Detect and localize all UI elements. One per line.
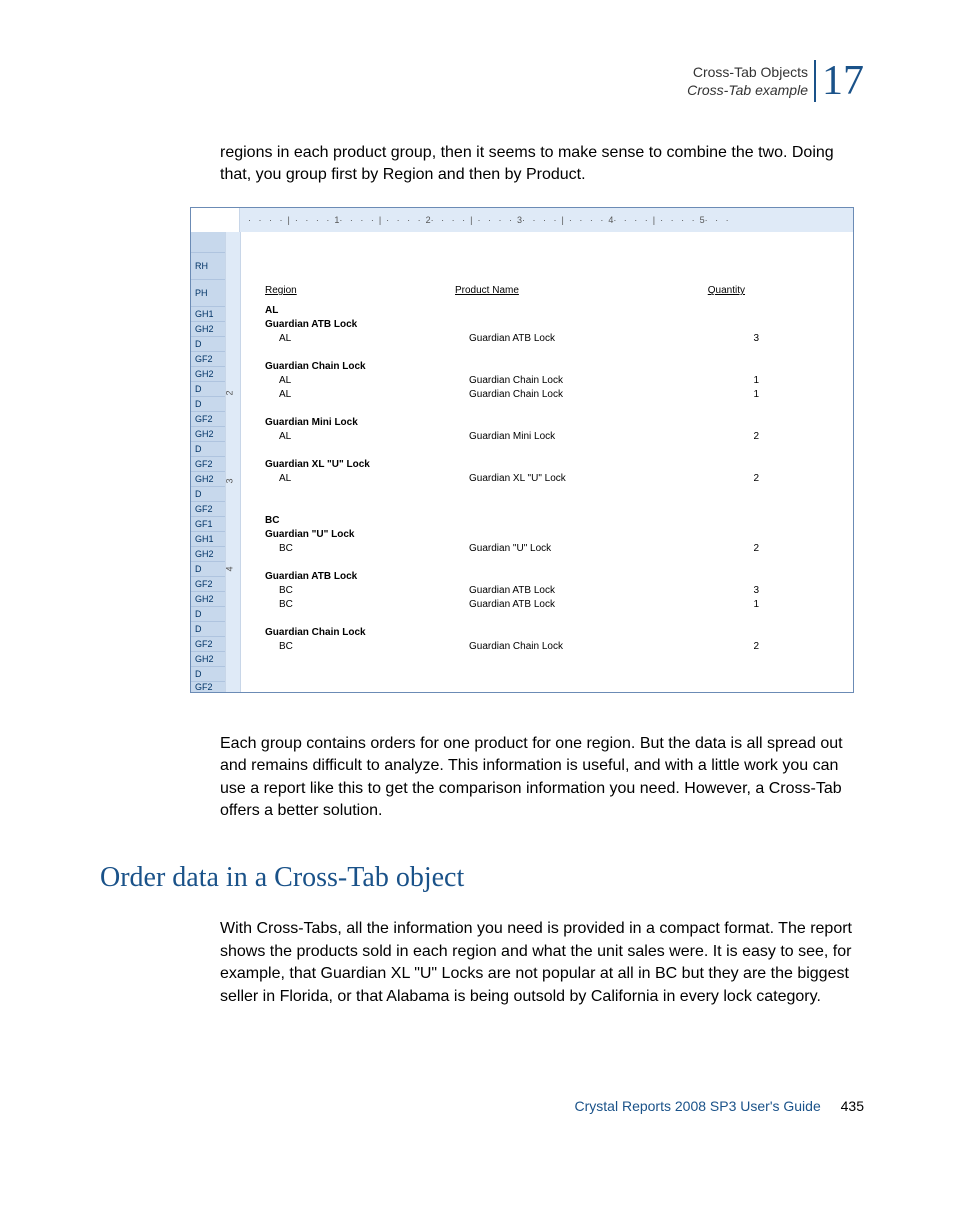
section-label[interactable]: D xyxy=(191,561,225,576)
section-label[interactable]: GH2 xyxy=(191,651,225,666)
chapter-number: 17 xyxy=(814,60,864,102)
table-row xyxy=(265,444,853,458)
section-label[interactable]: RH xyxy=(191,252,225,279)
column-headers: Region Product Name Quantity xyxy=(265,278,853,304)
table-row: ALGuardian ATB Lock3 xyxy=(265,332,853,346)
table-row: BCGuardian ATB Lock1 xyxy=(265,598,853,612)
section-heading: Order data in a Cross-Tab object xyxy=(100,862,864,894)
table-row xyxy=(265,654,853,664)
table-row: BCGuardian ATB Lock3 xyxy=(265,584,853,598)
section-label[interactable]: GF2 xyxy=(191,636,225,651)
paragraph-intro: regions in each product group, then it s… xyxy=(220,142,864,187)
table-row xyxy=(265,556,853,570)
section-label[interactable]: GH2 xyxy=(191,366,225,381)
section-label[interactable]: GH2 xyxy=(191,426,225,441)
col-region-header: Region xyxy=(265,285,455,296)
section-label[interactable]: D xyxy=(191,441,225,456)
section-label[interactable]: D xyxy=(191,606,225,621)
table-row: Guardian ATB Lock xyxy=(265,570,853,584)
table-row: BCGuardian "U" Lock2 xyxy=(265,542,853,556)
table-row: Guardian Chain Lock xyxy=(265,360,853,374)
page-footer: Crystal Reports 2008 SP3 User's Guide 43… xyxy=(100,1098,864,1114)
table-row: ALGuardian XL "U" Lock2 xyxy=(265,472,853,486)
table-row: ALGuardian Chain Lock1 xyxy=(265,388,853,402)
section-labels-column[interactable]: RH PH GH1 GH2 D GF2 GH2 D D GF2 GH2 D GF… xyxy=(191,232,225,692)
table-row: ALGuardian Mini Lock2 xyxy=(265,430,853,444)
section-label[interactable]: D xyxy=(191,621,225,636)
vertical-ruler[interactable]: 2 3 4 xyxy=(225,232,241,692)
section-label[interactable]: D xyxy=(191,666,225,681)
section-label[interactable]: GF2 xyxy=(191,351,225,366)
section-label[interactable]: D xyxy=(191,336,225,351)
section-blank xyxy=(191,232,225,252)
horizontal-ruler[interactable]: · · · · | · · · · 1 · · · · | · · · · 2 … xyxy=(240,208,853,232)
section-label[interactable]: GH2 xyxy=(191,321,225,336)
header-subtopic: Cross-Tab example xyxy=(687,81,808,99)
section-label[interactable]: GF1 xyxy=(191,516,225,531)
paragraph-after-screenshot: Each group contains orders for one produ… xyxy=(220,733,864,823)
table-row: ALGuardian Chain Lock1 xyxy=(265,374,853,388)
section-label[interactable]: GF2 xyxy=(191,411,225,426)
col-product-header: Product Name xyxy=(455,285,665,296)
section-label[interactable]: GF2 xyxy=(191,456,225,471)
table-row xyxy=(265,346,853,360)
table-row: AL xyxy=(265,304,853,318)
section-label[interactable]: GH1 xyxy=(191,306,225,321)
table-row: Guardian Chain Lock xyxy=(265,626,853,640)
section-label[interactable]: PH xyxy=(191,279,225,306)
table-row xyxy=(265,500,853,514)
report-designer-screenshot: · · · · | · · · · 1 · · · · | · · · · 2 … xyxy=(190,207,854,693)
report-preview-area[interactable]: Region Product Name Quantity AL Guardian… xyxy=(241,232,853,692)
section-label[interactable]: GF2 xyxy=(191,576,225,591)
table-row: BC xyxy=(265,514,853,528)
section-label[interactable]: D xyxy=(191,486,225,501)
section-label[interactable]: GH1 xyxy=(191,531,225,546)
col-qty-header: Quantity xyxy=(665,285,745,296)
page-header: Cross-Tab Objects Cross-Tab example 17 xyxy=(100,60,864,102)
section-label[interactable]: D xyxy=(191,381,225,396)
table-row: Guardian "U" Lock xyxy=(265,528,853,542)
table-row: Guardian XL "U" Lock xyxy=(265,458,853,472)
section-label[interactable]: D xyxy=(191,396,225,411)
footer-guide-name: Crystal Reports 2008 SP3 User's Guide xyxy=(575,1098,821,1114)
paragraph-crosstab: With Cross-Tabs, all the information you… xyxy=(220,918,864,1008)
table-row: Guardian ATB Lock xyxy=(265,318,853,332)
ruler-corner xyxy=(191,208,240,232)
section-label[interactable]: GH2 xyxy=(191,471,225,486)
section-label[interactable]: GH2 xyxy=(191,591,225,606)
section-label[interactable]: GF2 xyxy=(191,681,225,692)
table-row xyxy=(265,402,853,416)
section-label[interactable]: GH2 xyxy=(191,546,225,561)
section-label[interactable]: GF2 xyxy=(191,501,225,516)
table-row: Guardian Mini Lock xyxy=(265,416,853,430)
table-row: BCGuardian Chain Lock2 xyxy=(265,640,853,654)
footer-page-number: 435 xyxy=(841,1098,864,1114)
table-row xyxy=(265,612,853,626)
table-row xyxy=(265,486,853,500)
header-topic: Cross-Tab Objects xyxy=(687,63,808,81)
